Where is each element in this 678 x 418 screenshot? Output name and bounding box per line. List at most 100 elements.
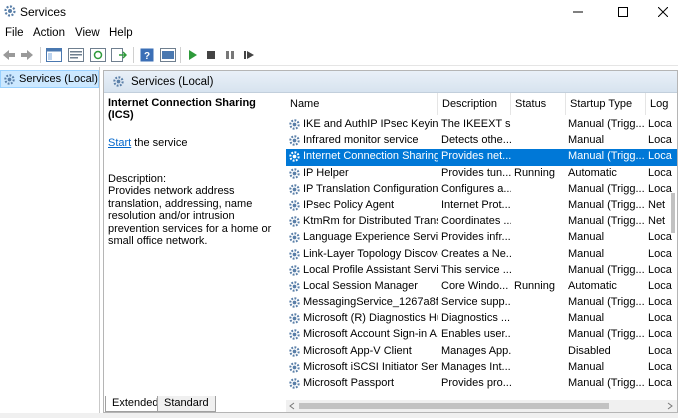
services-panel: Services (Local) Internet Connection Sha…	[103, 70, 678, 413]
service-name: Microsoft Passport	[303, 377, 395, 389]
gear-icon	[289, 135, 300, 146]
service-row[interactable]: Microsoft Passport Provides pro... Manual …	[286, 376, 677, 392]
forward-button[interactable]	[18, 46, 36, 64]
gear-icon	[289, 232, 300, 244]
service-startup-type: Manual (Trigg...	[568, 377, 645, 389]
service-name: Internet Connection Sharing...	[303, 150, 438, 163]
service-startup-type: Manual	[568, 312, 605, 325]
console-button[interactable]	[159, 46, 177, 64]
status-bar	[0, 413, 678, 418]
vertical-scrollbar[interactable]	[668, 93, 678, 400]
service-row[interactable]: IP Helper Provides tun... Running Automatic…	[286, 166, 677, 182]
stop-service-button[interactable]	[202, 46, 220, 64]
gear-icon	[289, 313, 300, 324]
minimize-icon	[572, 11, 583, 13]
service-description: Detects othe...	[441, 134, 511, 147]
service-startup-type: Manual (Trigg...	[568, 150, 645, 163]
service-rows: IKE and AuthIP IPsec Keying ...The IKEEX…	[286, 117, 677, 392]
help-icon: ?	[140, 48, 154, 62]
toolbar: ?	[0, 44, 678, 66]
toolbar-separator	[133, 47, 134, 63]
column-header-name[interactable]: Name	[286, 93, 438, 115]
service-row[interactable]: Microsoft App-V Client Manages App... Disa…	[286, 344, 677, 360]
panel-header-title: Services (Local)	[131, 75, 214, 88]
service-status: Running	[514, 279, 555, 292]
service-row[interactable]: Local Session Manager Core Windo... Runnin…	[286, 279, 677, 295]
gear-icon	[289, 167, 300, 179]
service-row[interactable]: IPsec Policy Agent Internet Prot... Manual…	[286, 198, 677, 214]
service-startup-type: Disabled	[568, 344, 611, 357]
service-description: Creates a Ne...	[441, 247, 511, 260]
service-name: Microsoft iSCSI Initiator Serv...	[303, 360, 438, 373]
gear-icon	[289, 248, 300, 260]
gear-icon	[113, 76, 124, 87]
refresh-button[interactable]	[89, 46, 107, 64]
service-description: Service supp...	[441, 296, 511, 309]
service-description: Manages App...	[441, 344, 511, 357]
pause-service-button[interactable]	[221, 46, 239, 64]
service-name: Microsoft App-V Client	[303, 344, 412, 357]
service-description: Coordinates ...	[441, 215, 511, 228]
tree-item-label: Services (Local)	[19, 73, 98, 85]
service-startup-type: Automatic	[568, 279, 617, 292]
start-service-link[interactable]: Start	[108, 137, 131, 149]
service-name: Microsoft (R) Diagnostics Hu...	[303, 312, 438, 325]
service-row[interactable]: IP Translation Configuration ... Configur…	[286, 182, 677, 198]
view-tabs: Extended Standard	[103, 396, 403, 414]
service-row[interactable]: Microsoft iSCSI Initiator Serv... Manages…	[286, 360, 677, 376]
service-row[interactable]: Internet Connection Sharing... Provides n…	[286, 149, 677, 166]
properties-button[interactable]	[67, 46, 85, 64]
service-description: Provides infr...	[441, 231, 511, 244]
gear-icon	[289, 216, 300, 227]
service-status: Running	[514, 166, 555, 179]
restart-service-button[interactable]	[240, 46, 258, 64]
service-row[interactable]: KtmRm for Distributed Trans... Coordinate…	[286, 214, 677, 230]
gear-icon	[289, 297, 300, 308]
service-row[interactable]: Microsoft Account Sign-in A... Enables us…	[286, 327, 677, 343]
service-description: Configures a...	[441, 182, 511, 195]
gear-icon	[289, 281, 300, 292]
service-row[interactable]: Infrared monitor service Detects othe... M…	[286, 133, 677, 149]
service-row[interactable]: Microsoft (R) Diagnostics Hu... Diagnosti…	[286, 311, 677, 327]
pause-icon	[226, 51, 234, 59]
window-title: Services	[20, 5, 67, 19]
service-name: IP Helper	[303, 166, 349, 179]
tree-item-services-local[interactable]: Services (Local)	[0, 70, 99, 88]
service-row[interactable]: Local Profile Assistant Service This serv…	[286, 263, 677, 279]
scroll-right-icon[interactable]	[666, 402, 674, 410]
gear-icon	[289, 184, 300, 195]
maximize-button[interactable]	[600, 0, 645, 24]
service-description: Provides tun...	[441, 166, 511, 179]
service-row[interactable]: Language Experience Service Provides infr…	[286, 230, 677, 246]
menu-file[interactable]: File	[5, 27, 24, 39]
back-button[interactable]	[0, 46, 18, 64]
service-row[interactable]: MessagingService_1267a8f Service supp... M…	[286, 295, 677, 311]
menu-view[interactable]: View	[75, 27, 100, 39]
show-hide-tree-button[interactable]	[45, 46, 63, 64]
service-name: KtmRm for Distributed Trans...	[303, 215, 438, 228]
scrollbar-thumb[interactable]	[671, 193, 675, 233]
column-header-status[interactable]: Status	[511, 93, 566, 115]
services-list: Name Description Status Startup Type Log…	[286, 93, 677, 400]
column-header-startup-type[interactable]: Startup Type	[566, 93, 646, 115]
help-button[interactable]: ?	[138, 46, 156, 64]
menu-help[interactable]: Help	[109, 27, 133, 39]
service-description: Core Windo...	[441, 279, 509, 292]
service-name: IPsec Policy Agent	[303, 198, 395, 211]
service-row[interactable]: IKE and AuthIP IPsec Keying ...The IKEEX…	[286, 117, 677, 133]
minimize-button[interactable]	[555, 0, 600, 24]
close-button[interactable]	[640, 0, 678, 24]
description-text: Provides network address translation, ad…	[108, 185, 272, 247]
column-header-description[interactable]: Description	[438, 93, 511, 115]
service-startup-type: Manual (Trigg...	[568, 263, 645, 276]
service-startup-type: Manual	[568, 360, 605, 373]
service-startup-type: Manual (Trigg...	[568, 296, 645, 309]
gear-icon	[4, 5, 16, 17]
service-row[interactable]: Link-Layer Topology Discove... Creates a …	[286, 247, 677, 263]
service-name: Infrared monitor service	[303, 134, 419, 147]
menu-action[interactable]: Action	[33, 27, 65, 39]
service-startup-type: Manual (Trigg...	[568, 215, 645, 228]
start-service-button[interactable]	[184, 46, 202, 64]
tab-standard[interactable]: Standard	[157, 396, 216, 412]
export-list-button[interactable]	[110, 46, 128, 64]
